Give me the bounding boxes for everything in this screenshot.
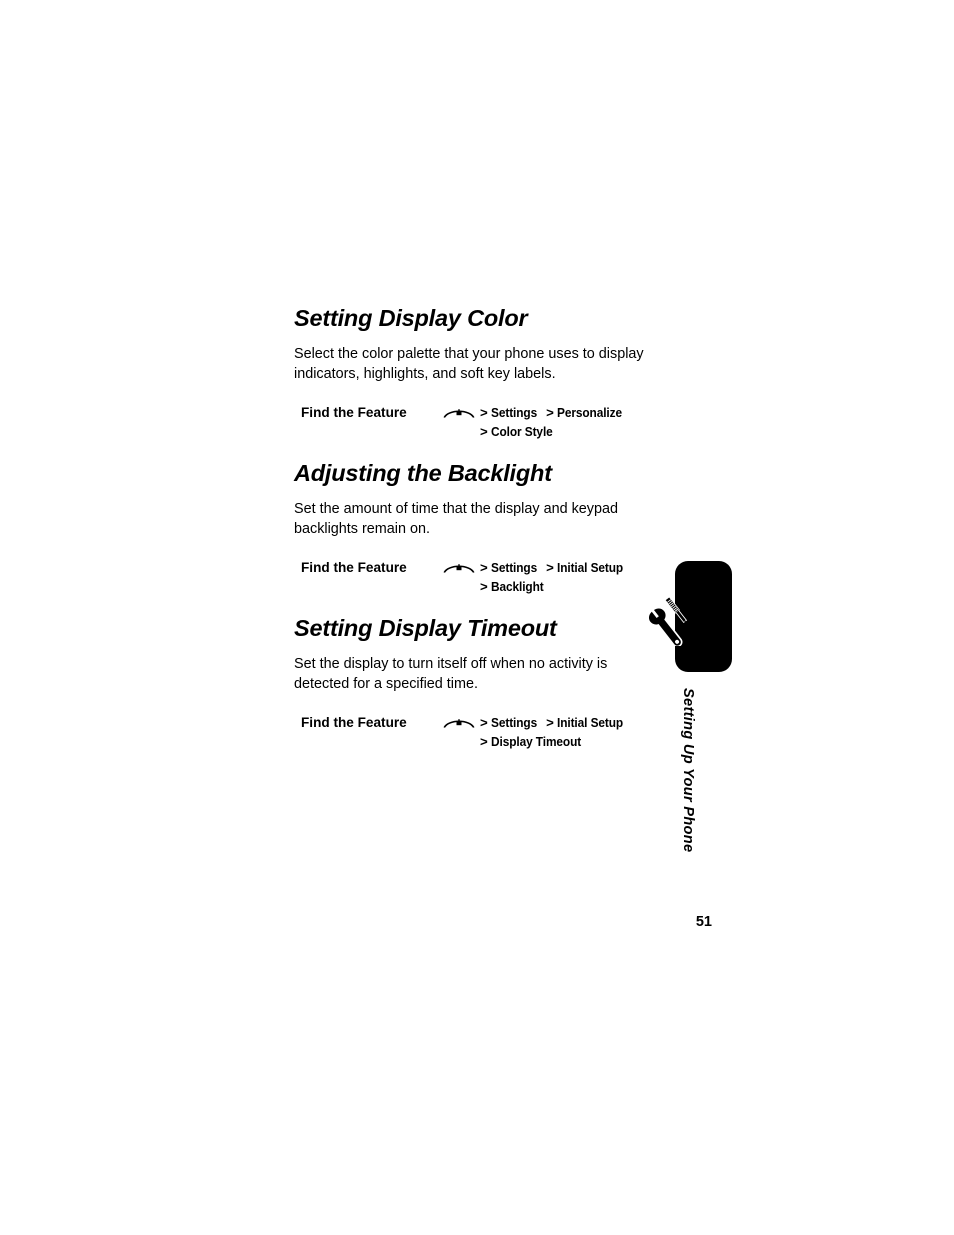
menu-path-line-2: > Backlight (480, 577, 631, 596)
find-the-feature-row: Find the Feature > Settings > Personaliz… (294, 403, 654, 445)
menu-key-icon (442, 405, 476, 421)
path-separator: > (480, 404, 488, 420)
section-heading: Setting Display Color (294, 305, 528, 331)
menu-path-item: Settings (491, 559, 538, 575)
menu-key-icon (442, 560, 476, 576)
menu-path: > Settings > Personalize > Color Style (480, 403, 630, 441)
find-the-feature-row: Find the Feature > Settings > Initial Se… (294, 713, 654, 755)
path-separator: > (480, 733, 488, 749)
find-the-feature-label: Find the Feature (301, 714, 407, 730)
menu-path: > Settings > Initial Setup > Display Tim… (480, 713, 631, 751)
wrench-screwdriver-icon (647, 596, 699, 648)
menu-path-item: Initial Setup (557, 559, 624, 575)
menu-path: > Settings > Initial Setup > Backlight (480, 558, 631, 596)
section-body: Set the amount of time that the display … (294, 500, 618, 538)
find-the-feature-label: Find the Feature (301, 559, 407, 575)
page-number: 51 (695, 914, 712, 930)
section-heading: Setting Display Timeout (294, 614, 557, 641)
find-the-feature-row: Find the Feature > Settings > Initial Se… (294, 558, 654, 600)
menu-key-icon (442, 715, 476, 731)
menu-path-line-2: > Color Style (480, 422, 630, 441)
chapter-tab-label-text: Setting Up Your Phone (680, 688, 696, 853)
page-content: Setting Display Color Select the color p… (294, 306, 654, 755)
menu-path-line-2: > Display Timeout (480, 732, 631, 751)
path-separator: > (480, 559, 488, 575)
path-separator: > (546, 714, 554, 730)
section-setting-display-color: Setting Display Color Select the color p… (294, 306, 654, 445)
path-separator: > (546, 559, 554, 575)
section-adjusting-the-backlight: Adjusting the Backlight Set the amount o… (294, 459, 654, 600)
menu-path-item: Settings (491, 714, 538, 730)
menu-path-item: Settings (491, 404, 538, 420)
section-setting-display-timeout: Setting Display Timeout Set the display … (294, 614, 654, 755)
menu-path-item: Backlight (491, 578, 544, 594)
path-separator: > (546, 404, 554, 420)
menu-path-item: Color Style (491, 423, 553, 439)
section-heading: Adjusting the Backlight (294, 459, 552, 486)
menu-path-item: Initial Setup (557, 714, 624, 730)
path-separator: > (480, 423, 488, 439)
path-separator: > (480, 714, 488, 730)
find-the-feature-label: Find the Feature (301, 404, 407, 420)
document-page: Setting Display Color Select the color p… (0, 0, 954, 1235)
path-separator: > (480, 578, 488, 594)
section-body: Set the display to turn itself off when … (294, 655, 608, 693)
menu-path-item: Personalize (557, 404, 623, 420)
section-body: Select the color palette that your phone… (294, 345, 644, 383)
menu-path-item: Display Timeout (491, 733, 582, 749)
